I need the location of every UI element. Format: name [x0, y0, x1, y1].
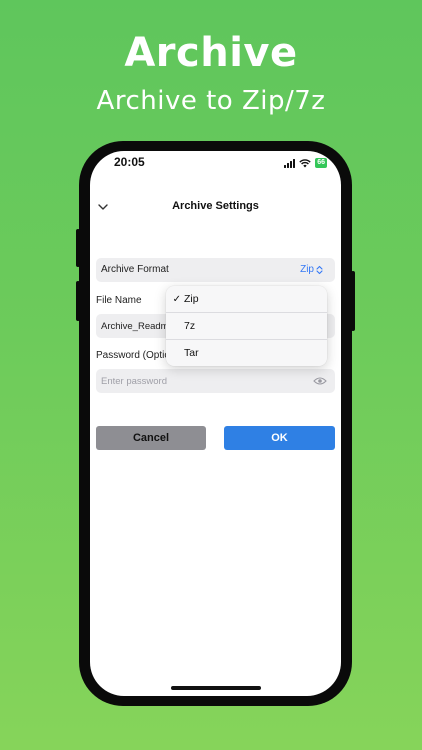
dropdown-item-label: Tar [184, 347, 199, 359]
dropdown-item-tar[interactable]: Tar [166, 340, 327, 366]
archive-format-label: Archive Format [101, 264, 169, 275]
status-icons: 66 [284, 158, 327, 168]
wifi-icon [299, 158, 311, 167]
phone-side-button [351, 271, 355, 331]
page-title: Archive Settings [172, 200, 259, 212]
dropdown-item-label: 7z [184, 320, 196, 332]
cancel-button[interactable]: Cancel [96, 426, 206, 450]
app-screen: 20:05 66 Archive Settings Archive Format… [90, 151, 341, 696]
phone-side-button [76, 281, 80, 321]
home-indicator[interactable] [171, 686, 261, 690]
archive-format-value: Zip [300, 264, 314, 275]
phone-side-button [76, 229, 80, 267]
archive-format-row[interactable]: Archive Format Zip [96, 258, 335, 282]
dropdown-item-7z[interactable]: 7z [166, 313, 327, 339]
phone-frame: 20:05 66 Archive Settings Archive Format… [76, 141, 355, 706]
eye-icon[interactable] [313, 376, 327, 386]
battery-icon: 66 [315, 158, 327, 168]
ok-button[interactable]: OK [224, 426, 335, 450]
dropdown-item-label: Zip [184, 293, 199, 305]
archive-format-select[interactable]: Zip [300, 264, 323, 275]
file-name-label: File Name [96, 295, 142, 306]
promo-subtitle: Archive to Zip/7z [96, 86, 326, 116]
chevron-up-down-icon [316, 265, 323, 274]
signal-icon [284, 158, 296, 168]
status-time: 20:05 [114, 155, 145, 169]
password-input[interactable]: Enter password [101, 376, 167, 387]
promo-title: Archive [124, 30, 298, 76]
dropdown-item-zip[interactable]: ✓ Zip [166, 286, 327, 312]
checkmark-icon: ✓ [172, 293, 181, 305]
password-field[interactable]: Enter password [96, 369, 335, 393]
format-dropdown-menu: ✓ Zip 7z Tar [166, 286, 327, 366]
